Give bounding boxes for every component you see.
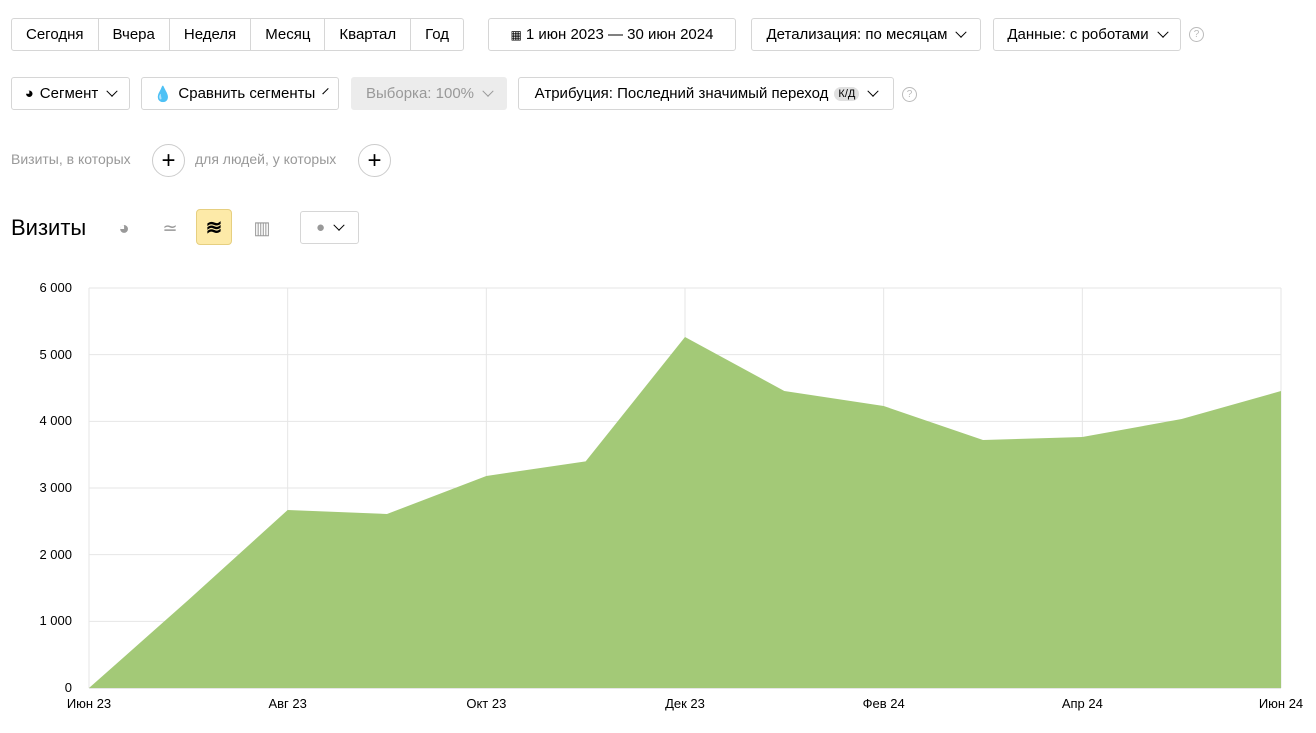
y-tick-label: 1 000 [39,613,72,629]
x-tick-label: Дек 23 [665,696,705,711]
y-tick-label: 5 000 [39,346,72,362]
visits-chart [88,287,1282,689]
x-tick-label: Авг 23 [268,696,307,711]
y-tick-label: 3 000 [39,480,72,495]
y-tick-label: 6 000 [39,280,72,295]
x-tick-label: Окт 23 [466,696,507,711]
visits-area [89,337,1281,688]
x-tick-label: Июн 24 [1258,696,1304,711]
y-tick-label: 0 [64,680,72,695]
y-tick-label: 2 000 [39,546,72,562]
y-tick-label: 4 000 [39,413,72,429]
x-tick-label: Фев 24 [862,696,905,711]
x-tick-label: Июн 23 [66,696,112,711]
x-tick-label: Апр 24 [1061,696,1103,711]
